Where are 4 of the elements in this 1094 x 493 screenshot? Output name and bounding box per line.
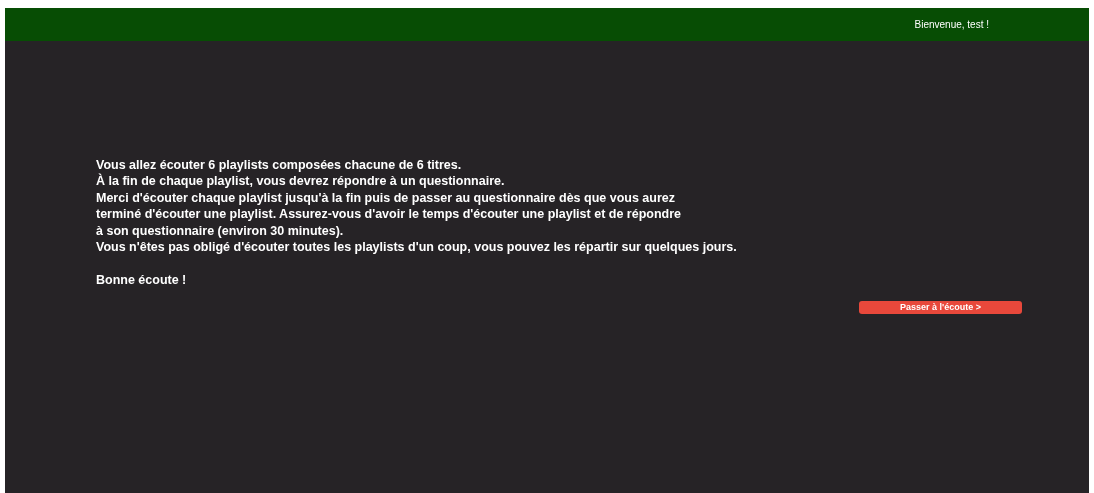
start-listening-button[interactable]: Passer à l'écoute > [859,301,1022,315]
closing-text: Bonne écoute ! [96,271,188,289]
welcome-text: Bienvenue, test ! [914,19,989,30]
instructions-paragraph: Vous allez écouter 6 playlists composées chacune de 6 titres. À la fin de chaque playlist, vous devrez répondre à un questionnaire. Merci d'écouter chaque playlist jusqu'à la fin puis de passer au questionnaire dès que vous aurez terminé d'écouter une playlist. Assurez-vous d'avoir le temps d'écouter une playlist et de répondre à son questionnaire (environ 30 minutes). Vous n'êtes pas obligé d'écouter toutes les playlists d'un coup, vous pouvez les répartir sur quelques jours. [96,157,738,256]
